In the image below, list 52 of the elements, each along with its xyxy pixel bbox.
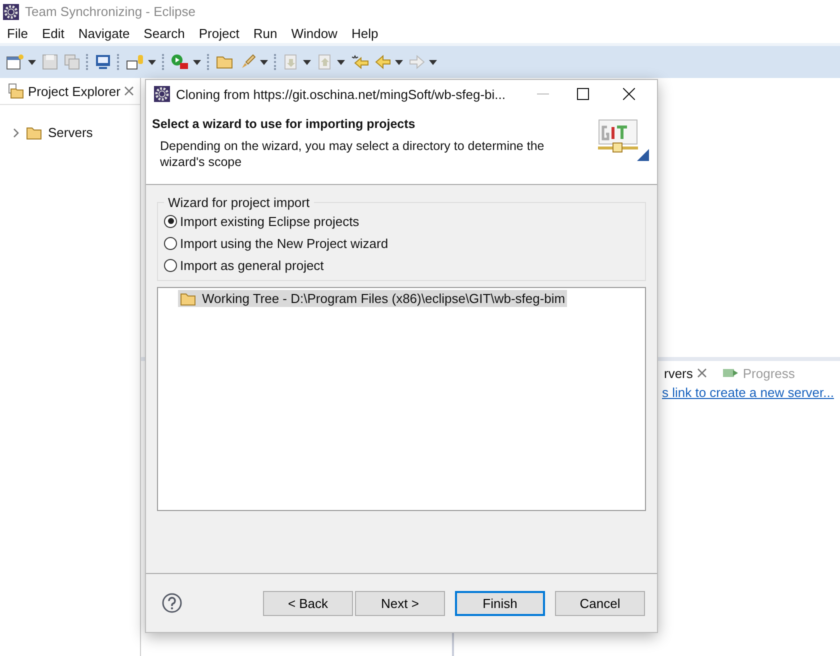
caret-icon[interactable] xyxy=(395,60,403,64)
wizard-description: Depending on the wizard, you may select a directory to determine the wizard's scope xyxy=(159,138,546,170)
menu-item[interactable]: File xyxy=(7,26,28,40)
menu-item[interactable]: Edit xyxy=(42,26,64,40)
progress-icon xyxy=(722,367,739,379)
option-label: Import existing Eclipse projects xyxy=(180,214,360,229)
caret-icon[interactable] xyxy=(303,60,311,64)
eclipse-icon xyxy=(154,86,170,102)
menu-item[interactable]: Search xyxy=(144,26,185,40)
radio-button[interactable] xyxy=(164,214,177,228)
eclipse-icon xyxy=(3,4,19,20)
create-server-link[interactable]: s link to create a new server... xyxy=(660,385,834,400)
run-icon[interactable] xyxy=(171,54,189,70)
option-label: Import as general project xyxy=(180,258,324,273)
list-item[interactable]: Working Tree - D:\Program Files (x86)\eclipse\GIT\wb-sfeg-bim xyxy=(178,290,568,308)
server-icon[interactable] xyxy=(126,54,144,70)
menu-item[interactable]: Window xyxy=(291,26,338,40)
help-icon[interactable] xyxy=(162,593,182,614)
list-item-label: Working Tree - D:\Program Files (x86)\eclipse\GIT\wb-sfeg-bim xyxy=(202,291,566,306)
folder-icon xyxy=(26,126,42,140)
new-file-icon[interactable] xyxy=(6,54,24,70)
option-label: Import using the New Project wizard xyxy=(180,236,388,251)
tree-item[interactable]: Servers xyxy=(48,125,93,140)
dialog-button[interactable]: Finish xyxy=(455,590,545,616)
radio-button[interactable] xyxy=(164,236,177,250)
caret-icon[interactable] xyxy=(337,60,345,64)
dialog-title: Cloning from https://git.oschina.net/mingSoft/wb-sfeg-bi... xyxy=(176,86,506,102)
folder-icon xyxy=(180,292,196,306)
dialog-button[interactable]: Next > xyxy=(355,590,445,616)
group-title: Wizard for project import xyxy=(167,195,311,210)
caret-icon[interactable] xyxy=(193,60,201,64)
radio-button[interactable] xyxy=(164,258,177,272)
dialog-button[interactable]: < Back xyxy=(263,590,353,616)
last-edit-icon[interactable] xyxy=(351,54,369,70)
folder-icon xyxy=(8,83,24,99)
maximize-icon[interactable] xyxy=(577,88,589,100)
folder-icon[interactable] xyxy=(216,54,234,70)
view-tab[interactable]: Project Explorer xyxy=(28,84,120,98)
wizard-heading: Select a wizard to use for importing projects xyxy=(152,116,416,131)
dialog-button[interactable]: Cancel xyxy=(555,590,645,616)
menu-item[interactable]: Help xyxy=(351,26,378,40)
menu-item[interactable]: Navigate xyxy=(78,26,130,40)
caret-icon[interactable] xyxy=(28,60,36,64)
menu-item[interactable]: Project xyxy=(198,26,240,40)
monitor-icon[interactable] xyxy=(95,54,111,70)
close-icon[interactable] xyxy=(623,88,635,100)
menu-item[interactable]: Run xyxy=(253,26,278,40)
caret-icon[interactable] xyxy=(429,60,437,64)
caret-icon[interactable] xyxy=(148,60,156,64)
window-title: Team Synchronizing - Eclipse xyxy=(25,4,196,19)
git-logo-icon xyxy=(597,116,651,161)
caret-icon[interactable] xyxy=(260,60,268,64)
